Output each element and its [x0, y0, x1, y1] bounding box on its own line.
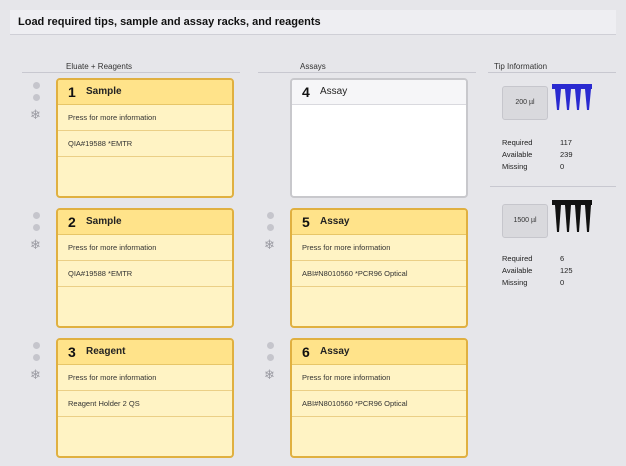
item-detail: QIA#19588 *EMTR	[68, 269, 133, 278]
info-row[interactable]: Press for more information	[58, 235, 232, 261]
column-divider	[258, 72, 476, 73]
status-dot	[33, 342, 40, 349]
header-bar: Load required tips, sample and assay rac…	[10, 10, 616, 35]
status-dot	[33, 82, 40, 89]
tip-size-label: 200 µl	[515, 99, 535, 106]
detail-row: ABI#N8010560 *PCR96 Optical	[292, 391, 466, 417]
filter-tips-icon	[552, 200, 592, 232]
info-text: Press for more information	[302, 373, 391, 382]
column-divider	[488, 72, 616, 73]
stat-value: 0	[560, 162, 565, 171]
cooling-snowflake-icon: ❄	[30, 367, 41, 382]
status-dot	[33, 354, 40, 361]
column-label-assays: Assays	[300, 62, 326, 71]
slot-name: Sample	[86, 86, 122, 97]
filter-tips-icon	[552, 84, 592, 110]
info-text: Press for more information	[68, 243, 157, 252]
card-header: 3 Reagent	[58, 340, 232, 365]
item-detail: QIA#19588 *EMTR	[68, 139, 133, 148]
stat-value: 125	[560, 266, 573, 275]
tip-stats-200: Required 117 Available 239 Missing 0	[502, 138, 612, 174]
stat-value: 239	[560, 150, 573, 159]
slot-number: 6	[302, 344, 310, 360]
slot-card-3-reagent[interactable]: 3 Reagent Press for more information Rea…	[56, 338, 234, 458]
info-text: Press for more information	[68, 113, 157, 122]
tip-size-button-200[interactable]: 200 µl	[502, 86, 548, 120]
tip-size-label: 1500 µl	[513, 217, 537, 224]
slot-name: Assay	[320, 216, 350, 227]
slot-name: Sample	[86, 216, 122, 227]
stat-label: Required	[502, 254, 533, 263]
card-header: 2 Sample	[58, 210, 232, 235]
cooling-snowflake-icon: ❄	[264, 237, 275, 252]
info-text: Press for more information	[68, 373, 157, 382]
slot-name: Assay	[320, 86, 348, 97]
status-dot	[33, 94, 40, 101]
info-row[interactable]: Press for more information	[292, 365, 466, 391]
status-dot	[267, 212, 274, 219]
info-text: Press for more information	[302, 243, 391, 252]
status-dot	[267, 342, 274, 349]
cooling-snowflake-icon: ❄	[264, 367, 275, 382]
status-dot	[267, 354, 274, 361]
column-label-tip-information: Tip Information	[494, 62, 548, 71]
stat-value: 0	[560, 278, 565, 287]
slot-card-6-assay[interactable]: 6 Assay Press for more information ABI#N…	[290, 338, 468, 458]
page-title: Load required tips, sample and assay rac…	[18, 16, 321, 28]
stat-label: Required	[502, 138, 533, 147]
stat-label: Available	[502, 150, 533, 159]
item-detail: Reagent Holder 2 QS	[68, 399, 140, 408]
stat-label: Missing	[502, 162, 528, 171]
detail-row: ABI#N8010560 *PCR96 Optical	[292, 261, 466, 287]
card-header: 4 Assay	[292, 80, 466, 105]
slot-name: Reagent	[86, 346, 126, 357]
tip-divider	[490, 186, 616, 187]
tip-stats-1500: Required 6 Available 125 Missing 0	[502, 254, 612, 290]
column-label-eluate-reagents: Eluate + Reagents	[66, 62, 133, 71]
stat-value: 6	[560, 254, 565, 263]
stat-value: 117	[560, 138, 572, 147]
card-header: 1 Sample	[58, 80, 232, 105]
tip-size-button-1500[interactable]: 1500 µl	[502, 204, 548, 238]
info-row[interactable]: Press for more information	[58, 365, 232, 391]
detail-row: Reagent Holder 2 QS	[58, 391, 232, 417]
slot-number: 4	[302, 84, 310, 100]
load-screen: Load required tips, sample and assay rac…	[0, 0, 626, 466]
slot-number: 3	[68, 344, 76, 360]
info-row[interactable]: Press for more information	[58, 105, 232, 131]
status-dot	[267, 224, 274, 231]
slot-number: 2	[68, 214, 76, 230]
slot-number: 5	[302, 214, 310, 230]
card-header: 5 Assay	[292, 210, 466, 235]
slot-card-5-assay[interactable]: 5 Assay Press for more information ABI#N…	[290, 208, 468, 328]
info-row[interactable]: Press for more information	[292, 235, 466, 261]
cooling-snowflake-icon: ❄	[30, 107, 41, 122]
item-detail: ABI#N8010560 *PCR96 Optical	[302, 269, 408, 278]
stat-label: Missing	[502, 278, 528, 287]
card-header: 6 Assay	[292, 340, 466, 365]
slot-name: Assay	[320, 346, 350, 357]
column-divider	[22, 72, 240, 73]
detail-row: QIA#19588 *EMTR	[58, 261, 232, 287]
status-dot	[33, 224, 40, 231]
slot-card-2-sample[interactable]: 2 Sample Press for more information QIA#…	[56, 208, 234, 328]
item-detail: ABI#N8010560 *PCR96 Optical	[302, 399, 408, 408]
slot-card-1-sample[interactable]: 1 Sample Press for more information QIA#…	[56, 78, 234, 198]
status-dot	[33, 212, 40, 219]
slot-number: 1	[68, 84, 76, 100]
detail-row: QIA#19588 *EMTR	[58, 131, 232, 157]
stat-label: Available	[502, 266, 533, 275]
slot-card-4-assay[interactable]: 4 Assay	[290, 78, 468, 198]
cooling-snowflake-icon: ❄	[30, 237, 41, 252]
